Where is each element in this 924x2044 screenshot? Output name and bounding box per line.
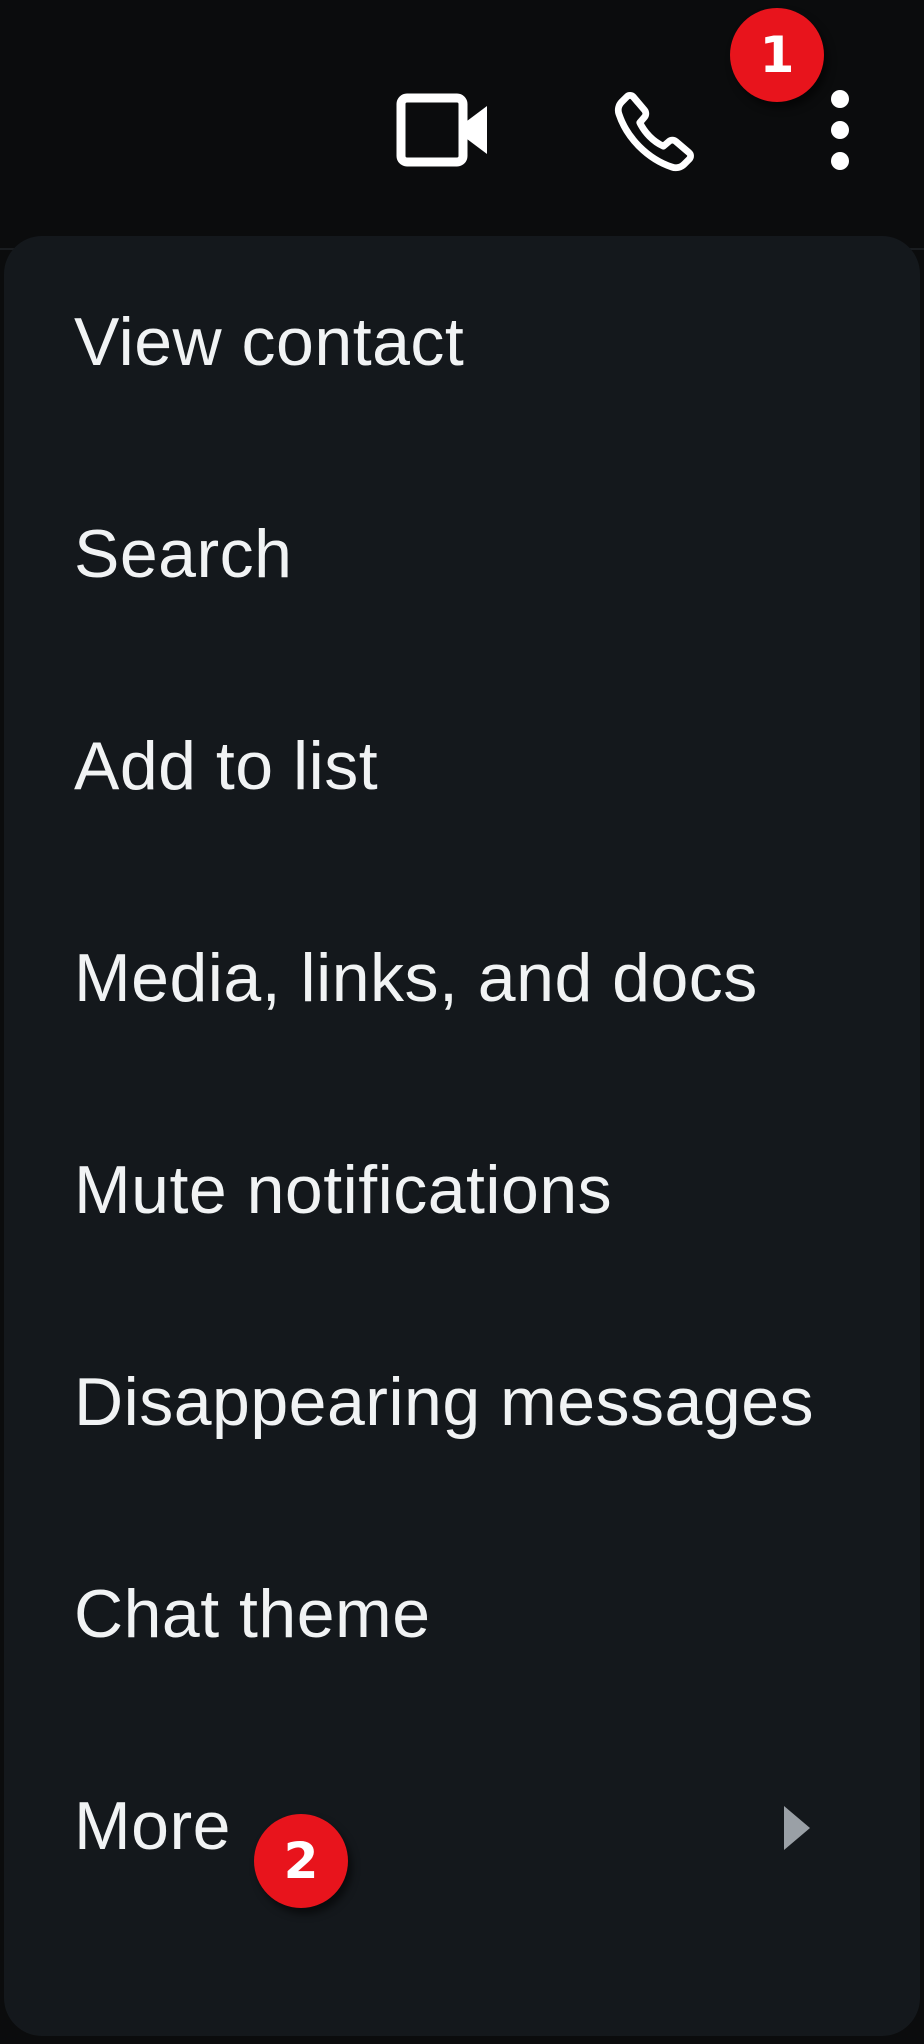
more-options-button[interactable] <box>800 80 880 180</box>
menu-item-search[interactable]: Search <box>4 448 920 660</box>
menu-item-label: Disappearing messages <box>74 1364 815 1440</box>
chevron-right-icon <box>784 1806 810 1850</box>
menu-item-label: More <box>74 1788 231 1864</box>
menu-item-mute-notifications[interactable]: Mute notifications <box>4 1084 920 1296</box>
video-camera-icon <box>396 93 487 167</box>
menu-item-label: Mute notifications <box>74 1152 613 1228</box>
vertical-dots-icon <box>831 90 849 170</box>
annotation-badge-2: 2 <box>254 1814 348 1908</box>
menu-item-add-to-list[interactable]: Add to list <box>4 660 920 872</box>
annotation-badge-1: 1 <box>730 8 824 102</box>
voice-call-button[interactable] <box>600 76 710 186</box>
menu-item-more[interactable]: More <box>4 1720 920 1932</box>
menu-item-chat-theme[interactable]: Chat theme <box>4 1508 920 1720</box>
overflow-menu: View contact Search Add to list Media, l… <box>4 236 920 2036</box>
menu-item-label: View contact <box>74 304 465 380</box>
menu-item-view-contact[interactable]: View contact <box>4 236 920 448</box>
menu-item-disappearing-messages[interactable]: Disappearing messages <box>4 1296 920 1508</box>
menu-item-media-links-docs[interactable]: Media, links, and docs <box>4 872 920 1084</box>
menu-item-label: Search <box>74 516 293 592</box>
video-call-button[interactable] <box>390 80 500 180</box>
menu-item-label: Add to list <box>74 728 379 804</box>
phone-icon <box>614 92 694 172</box>
menu-item-label: Chat theme <box>74 1576 431 1652</box>
menu-item-label: Media, links, and docs <box>74 940 758 1016</box>
